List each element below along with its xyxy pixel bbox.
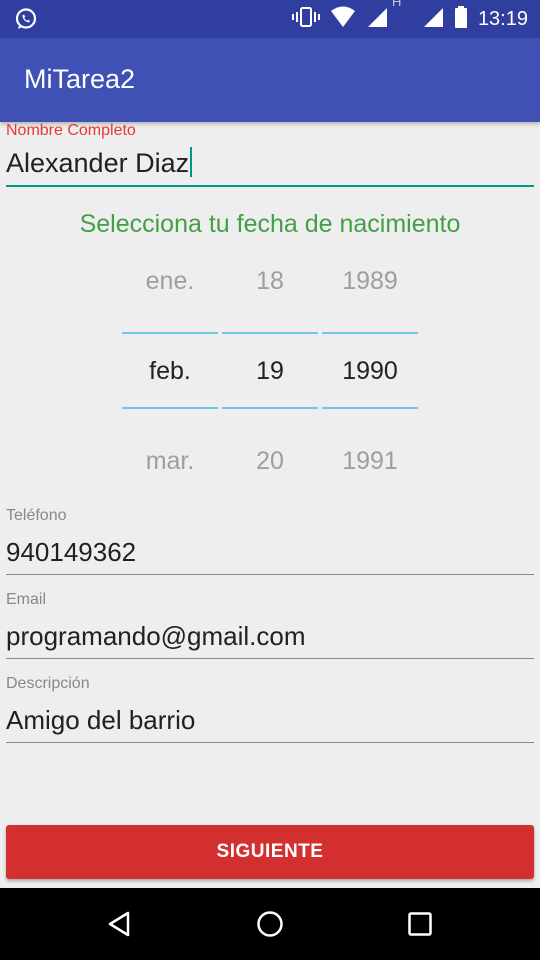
next-button[interactable]: SIGUIENTE: [6, 825, 534, 879]
phone-label: Teléfono: [6, 507, 67, 524]
picker-divider: [122, 407, 218, 409]
picker-divider: [222, 332, 318, 334]
phone-underline: [6, 574, 534, 575]
month-prev[interactable]: ene.: [122, 267, 218, 296]
day-next[interactable]: 20: [222, 447, 318, 476]
email-underline: [6, 658, 534, 659]
full-name-input[interactable]: Alexander Diaz: [6, 148, 189, 178]
back-icon[interactable]: [104, 908, 136, 940]
description-underline: [6, 742, 534, 743]
day-current[interactable]: 19: [222, 357, 318, 386]
picker-divider: [322, 332, 418, 334]
full-name-field[interactable]: Nombre Completo Alexander Diaz: [6, 122, 534, 187]
text-cursor: [190, 147, 193, 177]
year-picker[interactable]: 1989 1990 1991: [322, 250, 418, 490]
network-type-label: H: [391, 0, 402, 9]
wifi-icon: [330, 6, 356, 33]
month-current[interactable]: feb.: [122, 357, 218, 386]
navigation-bar: [0, 888, 540, 960]
email-field[interactable]: Email programando@gmail.com: [6, 591, 534, 659]
birthdate-title: Selecciona tu fecha de nacimiento: [79, 210, 461, 238]
app-title: MiTarea2: [24, 64, 136, 94]
hspa-icon: H: [392, 0, 412, 30]
full-name-underline: [6, 185, 534, 187]
day-picker[interactable]: 18 19 20: [222, 250, 318, 490]
status-bar: H 13:19: [0, 0, 540, 38]
picker-divider: [122, 332, 218, 334]
signal-icon: [366, 6, 388, 33]
year-next[interactable]: 1991: [322, 447, 418, 476]
full-name-label: Nombre Completo: [6, 122, 136, 139]
email-input[interactable]: programando@gmail.com: [6, 621, 534, 652]
month-picker[interactable]: ene. feb. mar.: [122, 250, 218, 490]
picker-divider: [322, 407, 418, 409]
picker-divider: [222, 407, 318, 409]
description-label: Descripción: [6, 675, 90, 692]
year-prev[interactable]: 1989: [322, 267, 418, 296]
month-next[interactable]: mar.: [122, 447, 218, 476]
description-input[interactable]: Amigo del barrio: [6, 705, 534, 736]
email-label: Email: [6, 591, 47, 608]
year-current[interactable]: 1990: [322, 357, 418, 386]
phone-input[interactable]: 940149362: [6, 537, 534, 568]
full-name-input-wrap[interactable]: Alexander Diaz: [6, 147, 534, 179]
vibrate-icon: [291, 5, 320, 34]
app-bar: MiTarea2: [0, 38, 540, 122]
phone-field[interactable]: Teléfono 940149362: [6, 507, 534, 575]
recents-icon[interactable]: [404, 908, 436, 940]
home-icon[interactable]: [254, 908, 286, 940]
signal-icon: [422, 6, 444, 33]
description-field[interactable]: Descripción Amigo del barrio: [6, 675, 534, 743]
clock: 13:19: [477, 7, 528, 30]
battery-icon: [454, 5, 468, 34]
day-prev[interactable]: 18: [222, 267, 318, 296]
whatsapp-icon: [14, 7, 38, 36]
